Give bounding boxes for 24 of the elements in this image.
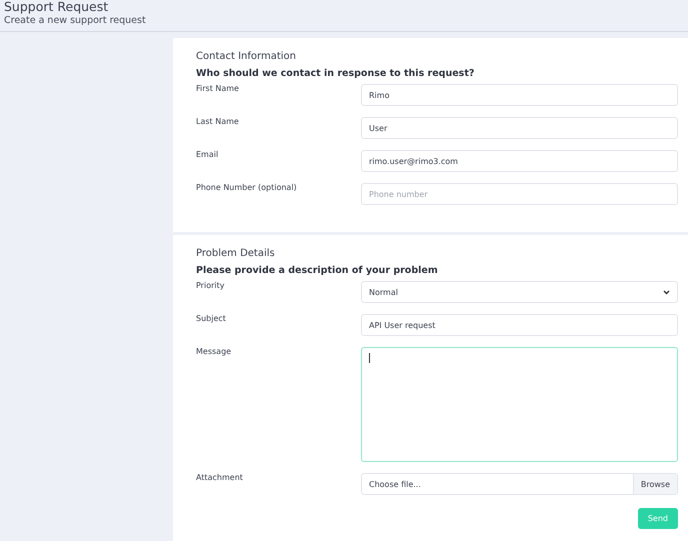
page-subtitle: Create a new support request — [4, 15, 147, 26]
page-title: Support Request — [4, 0, 110, 14]
message-textarea[interactable] — [361, 347, 678, 462]
input-field[interactable]: API User request — [361, 314, 678, 336]
text-cursor — [369, 353, 370, 363]
field-label: Email — [196, 150, 220, 159]
file-input[interactable]: Choose file... Browse — [361, 473, 678, 495]
section-prompt: Please provide a description of your problem — [196, 265, 439, 276]
field-label: Message — [196, 347, 232, 356]
field-label: First Name — [196, 84, 240, 93]
section-title: Contact Information — [196, 51, 297, 62]
chevron-down-icon — [663, 290, 670, 294]
section-prompt: Who should we contact in response to this request? — [196, 68, 476, 79]
field-label: Subject — [196, 314, 227, 323]
browse-button[interactable]: Browse — [632, 474, 677, 494]
field-label: Last Name — [196, 117, 240, 126]
field-label: Phone Number (optional) — [196, 183, 298, 192]
input-field[interactable]: rimo.user@rimo3.com — [361, 150, 678, 172]
input-field[interactable]: Rimo — [361, 84, 678, 106]
priority-select[interactable]: Normal — [361, 281, 678, 303]
section-title: Problem Details — [196, 248, 276, 259]
field-label: Attachment — [196, 473, 244, 482]
field-label: Priority — [196, 281, 226, 290]
input-field[interactable]: User — [361, 117, 678, 139]
